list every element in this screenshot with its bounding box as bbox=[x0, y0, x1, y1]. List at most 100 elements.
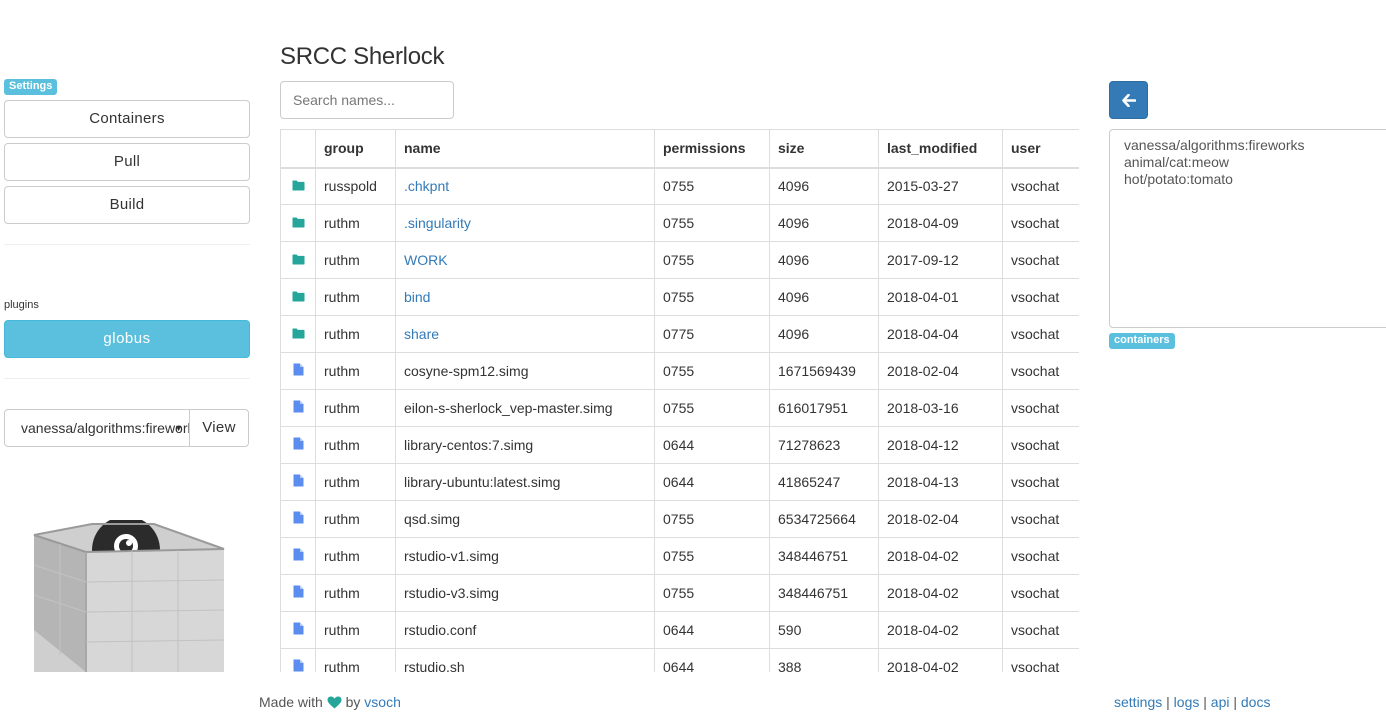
cell-name: .singularity bbox=[395, 204, 655, 242]
folder-link[interactable]: .singularity bbox=[404, 215, 471, 231]
column-header-user[interactable]: user bbox=[1002, 129, 1079, 169]
footer-links: settings | logs | api | docs bbox=[1114, 694, 1270, 710]
cell-last-modified: 2018-04-13 bbox=[878, 463, 1003, 501]
cell-permissions: 0755 bbox=[654, 537, 770, 575]
settings-badge: Settings bbox=[4, 79, 58, 95]
column-header-icon bbox=[280, 129, 316, 169]
containers-list[interactable]: vanessa/algorithms:fireworks animal/cat:… bbox=[1109, 129, 1386, 328]
table-row[interactable]: ruthm cosyne-spm12.simg 0755 1671569439 2018… bbox=[280, 352, 1079, 390]
cell-group: ruthm bbox=[315, 389, 396, 427]
cell-permissions: 0644 bbox=[654, 611, 770, 649]
cell-last-modified: 2015-03-27 bbox=[878, 167, 1003, 205]
folder-link[interactable]: bind bbox=[404, 289, 430, 305]
back-button[interactable] bbox=[1109, 81, 1148, 119]
column-header-permissions[interactable]: permissions bbox=[654, 129, 770, 169]
sidebar: Settings Containers Pull Build plugins g… bbox=[4, 0, 250, 672]
by-text: by bbox=[345, 694, 361, 710]
column-header-last-modified[interactable]: last_modified bbox=[878, 129, 1003, 169]
cell-size: 1671569439 bbox=[769, 352, 879, 390]
cell-last-modified: 2018-04-09 bbox=[878, 204, 1003, 242]
column-header-size[interactable]: size bbox=[769, 129, 879, 169]
logs-link[interactable]: logs bbox=[1174, 694, 1200, 710]
cell-permissions: 0755 bbox=[654, 167, 770, 205]
table-row[interactable]: ruthm bind 0755 4096 2018-04-01 vsochat bbox=[280, 278, 1079, 316]
cell-size: 348446751 bbox=[769, 574, 879, 612]
table-row[interactable]: ruthm qsd.simg 0755 6534725664 2018-02-04 vso… bbox=[280, 500, 1079, 538]
globus-button[interactable]: globus bbox=[4, 320, 250, 358]
folder-icon bbox=[280, 278, 316, 316]
cell-group: ruthm bbox=[315, 241, 396, 279]
table-row[interactable]: ruthm WORK 0755 4096 2017-09-12 vsochat bbox=[280, 241, 1079, 279]
column-header-group[interactable]: group bbox=[315, 129, 396, 169]
file-table-container[interactable]: group name permissions size last_modifie… bbox=[280, 129, 1079, 672]
cell-group: ruthm bbox=[315, 574, 396, 612]
table-row[interactable]: russpold .chkpnt 0755 4096 2015-03-27 vsochat bbox=[280, 167, 1079, 205]
search-input[interactable] bbox=[280, 81, 454, 119]
cell-size: 71278623 bbox=[769, 426, 879, 464]
folder-link[interactable]: WORK bbox=[404, 252, 448, 268]
table-row[interactable]: ruthm library-centos:7.simg 0644 71278623 20… bbox=[280, 426, 1079, 464]
cell-last-modified: 2018-04-02 bbox=[878, 574, 1003, 612]
cell-user: vsochat bbox=[1002, 463, 1079, 501]
heart-icon bbox=[327, 696, 342, 709]
cell-permissions: 0755 bbox=[654, 500, 770, 538]
file-icon bbox=[280, 426, 316, 464]
container-item: hot/potato:tomato bbox=[1124, 171, 1233, 187]
cell-user: vsochat bbox=[1002, 537, 1079, 575]
column-header-name[interactable]: name bbox=[395, 129, 655, 169]
file-icon bbox=[280, 611, 316, 649]
file-icon bbox=[280, 389, 316, 427]
cell-last-modified: 2018-04-04 bbox=[878, 315, 1003, 353]
settings-link[interactable]: settings bbox=[1114, 694, 1162, 710]
table-row[interactable]: ruthm rstudio-v3.simg 0755 348446751 2018-04… bbox=[280, 574, 1079, 612]
cell-user: vsochat bbox=[1002, 315, 1079, 353]
cell-user: vsochat bbox=[1002, 389, 1079, 427]
cell-group: ruthm bbox=[315, 426, 396, 464]
table-row[interactable]: ruthm rstudio.sh 0644 388 2018-04-02 vsochat bbox=[280, 648, 1079, 672]
cell-user: vsochat bbox=[1002, 574, 1079, 612]
arrow-left-icon bbox=[1122, 94, 1136, 107]
folder-link[interactable]: share bbox=[404, 326, 439, 342]
folder-link[interactable]: .chkpnt bbox=[404, 178, 449, 194]
build-button[interactable]: Build bbox=[4, 186, 250, 224]
cell-permissions: 0755 bbox=[654, 574, 770, 612]
cell-group: russpold bbox=[315, 167, 396, 205]
file-table: group name permissions size last_modifie… bbox=[280, 129, 1079, 672]
cell-name: .chkpnt bbox=[395, 167, 655, 205]
plugins-label: plugins bbox=[4, 299, 39, 311]
api-link[interactable]: api bbox=[1211, 694, 1230, 710]
table-row[interactable]: ruthm library-ubuntu:latest.simg 0644 41865… bbox=[280, 463, 1079, 501]
cell-group: ruthm bbox=[315, 204, 396, 242]
pull-button[interactable]: Pull bbox=[4, 143, 250, 181]
made-with-text: Made with bbox=[259, 694, 323, 710]
cell-group: ruthm bbox=[315, 648, 396, 672]
table-body: russpold .chkpnt 0755 4096 2015-03-27 vsochat… bbox=[280, 167, 1079, 672]
container-select[interactable]: vanessa/algorithms:fireworks ▼ bbox=[4, 409, 190, 447]
table-header-row: group name permissions size last_modifie… bbox=[280, 129, 1079, 169]
table-row[interactable]: ruthm share 0775 4096 2018-04-04 vsochat bbox=[280, 315, 1079, 353]
view-button[interactable]: View bbox=[189, 409, 249, 447]
docs-link[interactable]: docs bbox=[1241, 694, 1271, 710]
cell-name: WORK bbox=[395, 241, 655, 279]
cell-group: ruthm bbox=[315, 352, 396, 390]
cell-last-modified: 2018-03-16 bbox=[878, 389, 1003, 427]
cell-permissions: 0755 bbox=[654, 241, 770, 279]
cell-user: vsochat bbox=[1002, 648, 1079, 672]
cell-size: 348446751 bbox=[769, 537, 879, 575]
file-icon bbox=[280, 537, 316, 575]
containers-button[interactable]: Containers bbox=[4, 100, 250, 138]
cell-group: ruthm bbox=[315, 463, 396, 501]
folder-icon bbox=[280, 315, 316, 353]
cell-size: 4096 bbox=[769, 241, 879, 279]
cell-size: 616017951 bbox=[769, 389, 879, 427]
table-row[interactable]: ruthm rstudio-v1.simg 0755 348446751 2018-04… bbox=[280, 537, 1079, 575]
author-link[interactable]: vsoch bbox=[364, 694, 401, 710]
cell-permissions: 0644 bbox=[654, 426, 770, 464]
table-row[interactable]: ruthm eilon-s-sherlock_vep-master.simg 075… bbox=[280, 389, 1079, 427]
table-row[interactable]: ruthm .singularity 0755 4096 2018-04-09 vsoch… bbox=[280, 204, 1079, 242]
table-row[interactable]: ruthm rstudio.conf 0644 590 2018-04-02 vsocha… bbox=[280, 611, 1079, 649]
cell-name: rstudio.conf bbox=[395, 611, 655, 649]
divider bbox=[4, 378, 250, 379]
cell-last-modified: 2018-04-01 bbox=[878, 278, 1003, 316]
cell-user: vsochat bbox=[1002, 426, 1079, 464]
